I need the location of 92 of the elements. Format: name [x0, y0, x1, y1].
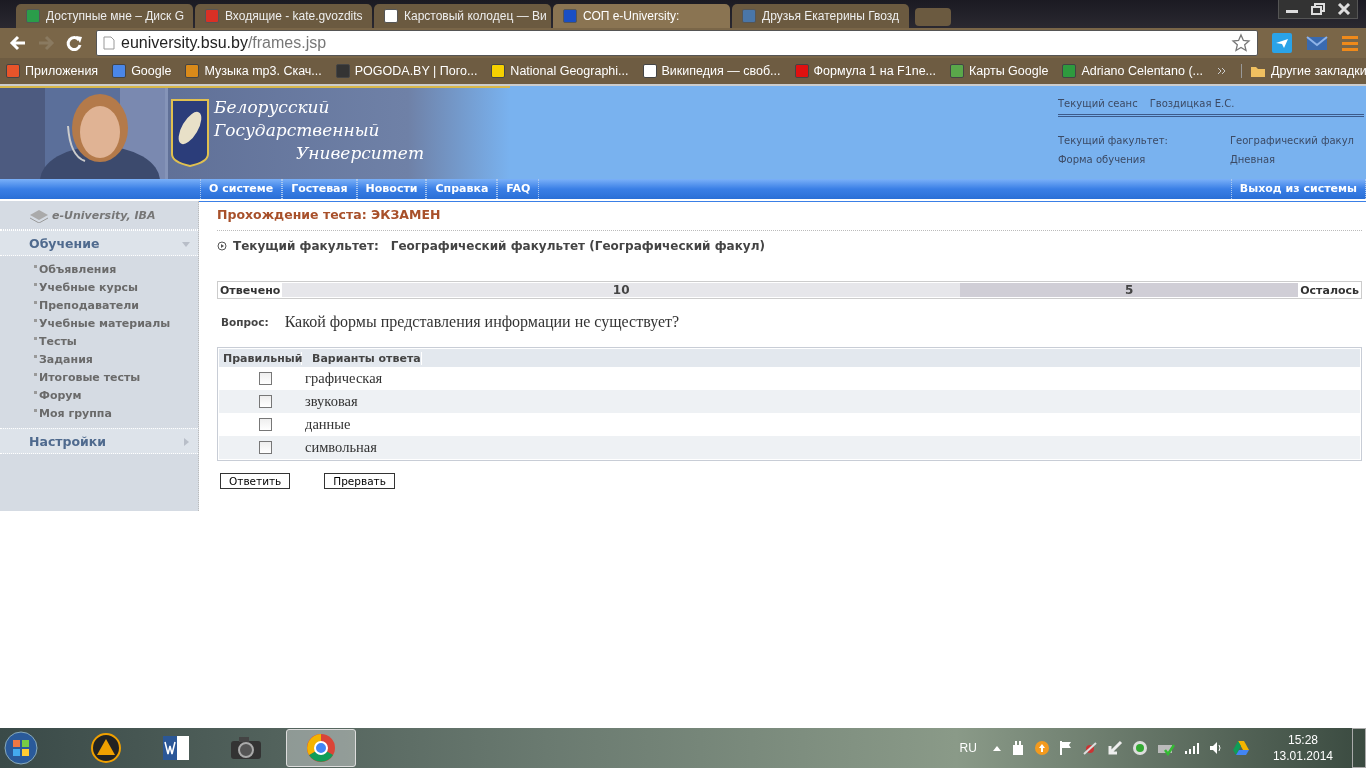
clock-time[interactable]: 15:28 [1287, 732, 1318, 748]
faculty-label: Текущий факультет: [1058, 135, 1169, 148]
more-bookmarks-icon[interactable] [1217, 67, 1227, 75]
study-form-value: Дневная [1230, 154, 1276, 167]
nav-link[interactable]: Гостевая [282, 179, 357, 199]
bookmark[interactable]: Adriano Celentano (... [1062, 64, 1203, 78]
address-bar[interactable]: euniversity.bsu.by/frames.jsp [96, 30, 1258, 56]
triangle-logo-icon[interactable] [1231, 740, 1250, 756]
sidebar-item[interactable]: Тесты [34, 332, 198, 350]
form-button[interactable]: Прервать [324, 473, 395, 489]
sidebar-section[interactable]: Настройки [0, 428, 198, 454]
clock-date[interactable]: 13.01.2014 [1272, 748, 1333, 764]
sidebar-item[interactable]: Преподаватели [34, 296, 198, 314]
faculty-value: Географический факул [1230, 135, 1354, 148]
bookmark[interactable]: Музыка mp3. Скач... [185, 64, 322, 78]
back-icon[interactable] [8, 33, 28, 53]
show-desktop-button[interactable] [1352, 728, 1366, 768]
sidebar-item[interactable]: Объявления [34, 260, 198, 278]
column-header: Варианты ответа [302, 351, 422, 365]
remaining-count: 5 [1123, 283, 1135, 297]
sidebar-section[interactable]: Обучение [0, 230, 198, 256]
flag-icon[interactable] [1058, 740, 1073, 756]
faculty-label: Текущий факультет: [233, 239, 379, 253]
plug-icon[interactable] [1010, 740, 1025, 756]
sidebar-item[interactable]: Задания [34, 350, 198, 368]
star-icon[interactable] [1231, 33, 1251, 53]
start-button[interactable] [4, 731, 38, 765]
nav-link[interactable]: О системе [200, 179, 283, 199]
question-text: Какой формы представления информации не существует? [284, 313, 680, 331]
bookmark[interactable]: Википедия — своб... [642, 64, 781, 78]
study-form-label: Форма обучения [1058, 154, 1147, 167]
stack-icon [28, 207, 50, 223]
nav-link[interactable]: Справка [426, 179, 498, 199]
arrow-icon[interactable] [1106, 740, 1123, 756]
form-button[interactable]: Ответить [220, 473, 291, 489]
session-user: Гвоздицкая Е.С. [1149, 98, 1235, 109]
answered-label: Отвечено [219, 283, 282, 297]
bookmark[interactable]: Приложения [6, 64, 99, 78]
bird-icon[interactable] [1272, 33, 1292, 53]
document-icon [161, 733, 191, 763]
faculty-value: Географический факультет (Географический факул) [390, 239, 765, 253]
bookmark[interactable]: Формула 1 на F1ne... [794, 64, 936, 78]
browser-tab[interactable]: Карстовый колодец — Ви [374, 4, 551, 28]
show-hidden-icons-icon[interactable] [991, 744, 1002, 752]
column-header: Правильный [219, 351, 302, 365]
logo-text: e-University, IBA [52, 208, 156, 222]
answer-option: графическая [299, 370, 383, 387]
nav-link[interactable]: Новости [356, 179, 427, 199]
sidebar-item[interactable]: Учебные курсы [34, 278, 198, 296]
browser-tab[interactable]: Входящие - kate.gvozdits [195, 4, 372, 28]
sidebar-item[interactable]: Моя группа [34, 404, 198, 422]
sidebar-item[interactable]: Форум [34, 386, 198, 404]
caret-icon [182, 239, 190, 248]
checkbox[interactable] [258, 372, 272, 385]
bookmark[interactable]: POGODA.BY | Пого... [335, 64, 478, 78]
bookmark[interactable]: Карты Google [950, 64, 1049, 78]
reload-icon[interactable] [64, 33, 84, 53]
checkbox[interactable] [258, 441, 272, 454]
sidebar-item[interactable]: Итоговые тесты [34, 368, 198, 386]
nav-link[interactable]: FAQ [497, 179, 540, 199]
answer-option: данные [299, 416, 351, 433]
caret-icon [182, 437, 190, 446]
menu-icon[interactable] [1342, 34, 1358, 52]
page-title: Прохождение теста: ЭКЗАМЕН [217, 207, 1362, 231]
session-label: Текущий сеанс [1058, 98, 1138, 109]
crest-icon [170, 98, 210, 168]
language-indicator[interactable]: RU [959, 741, 977, 755]
bookmark[interactable]: Google [112, 64, 172, 78]
browser-tab[interactable]: СОП e-University: [553, 4, 730, 28]
question-label: Вопрос: [221, 316, 269, 328]
volume-icon[interactable] [1208, 741, 1223, 755]
mail-icon[interactable] [1306, 35, 1328, 51]
bookmark-folder[interactable]: Другие закладки [1241, 64, 1366, 78]
browser-tab[interactable]: Доступные мне – Диск G [16, 4, 193, 28]
checkbox[interactable] [258, 395, 272, 408]
checkbox[interactable] [258, 418, 272, 431]
bookmark[interactable]: National Geographi... [491, 64, 629, 78]
page-icon [103, 36, 115, 50]
logout-link[interactable]: Выход из системы [1230, 179, 1366, 199]
sidebar-item[interactable]: Учебные материалы [34, 314, 198, 332]
remaining-label: Осталось [1299, 283, 1360, 297]
folder-icon [1250, 64, 1266, 78]
signal-icon[interactable] [1183, 741, 1200, 755]
browser-tab[interactable]: Друзья Екатерины Гвозд [732, 4, 909, 28]
answered-count: 10 [612, 283, 630, 297]
answer-option: звуковая [299, 393, 358, 410]
record-icon[interactable] [1131, 740, 1148, 756]
browser-app-button[interactable] [286, 729, 356, 767]
browser-icon [306, 733, 336, 763]
university-name: Белорусский Государственный Университет [214, 96, 425, 165]
answer-option: символьная [299, 439, 377, 456]
bullet-icon [217, 241, 227, 251]
